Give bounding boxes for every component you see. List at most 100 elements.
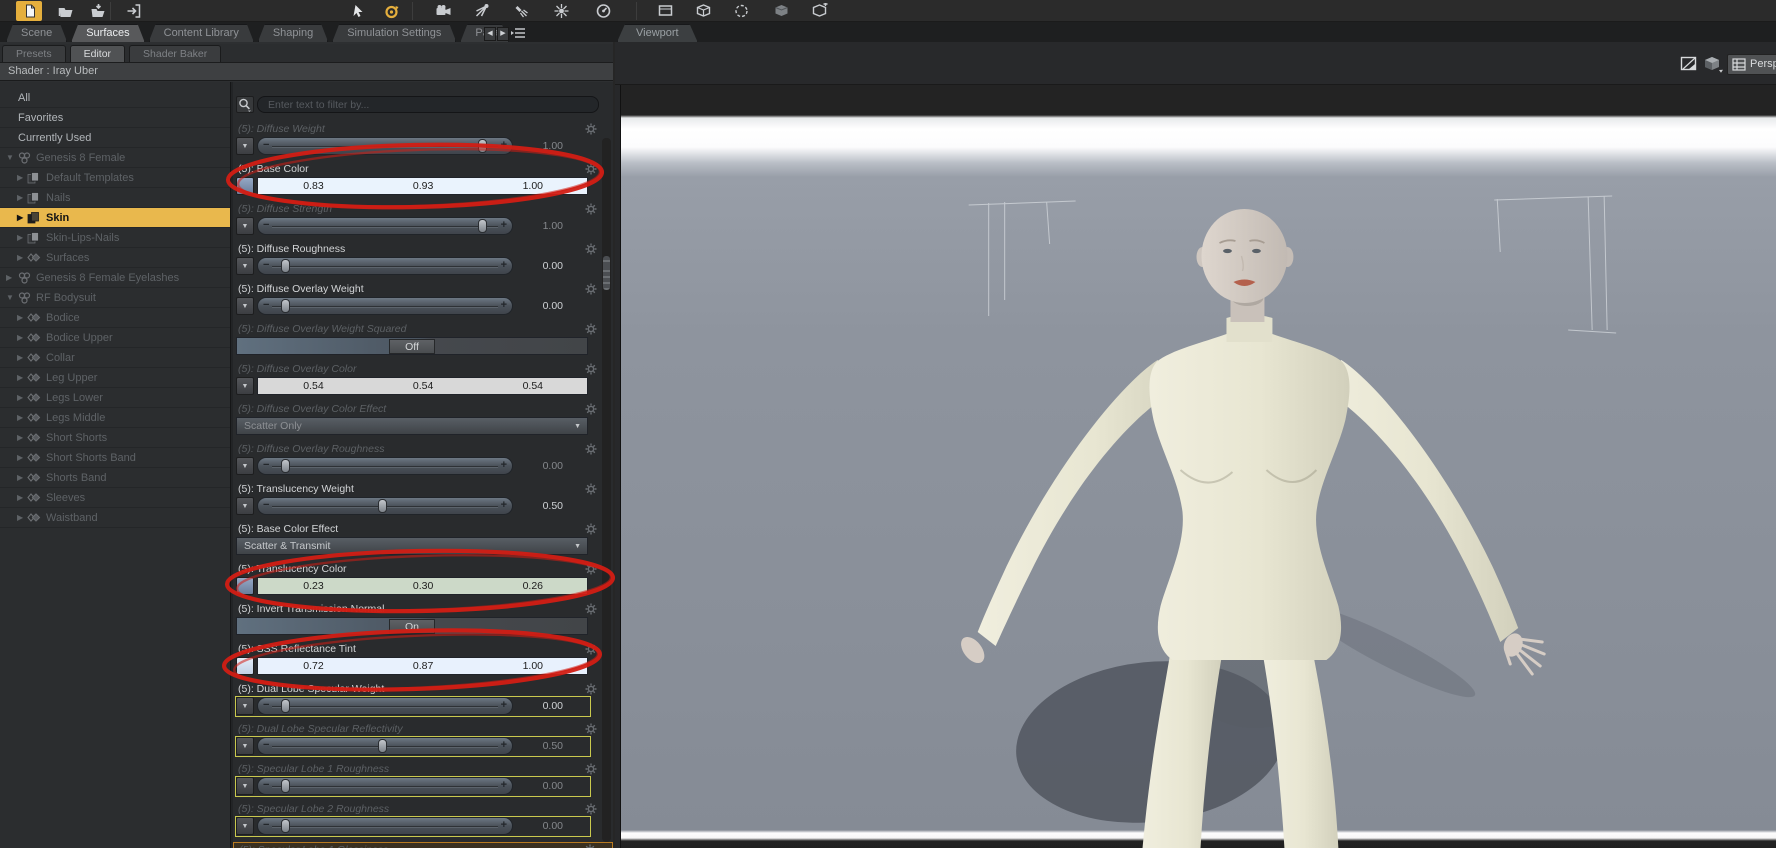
collapsed-arrow-icon[interactable]: ▶ [17, 208, 23, 228]
color-swatch[interactable] [236, 177, 254, 195]
gear-icon[interactable] [585, 483, 597, 495]
tree-item-skin[interactable]: ▶ Skin [0, 208, 230, 228]
chevron-down-icon[interactable]: ▼ [236, 737, 254, 755]
collapsed-arrow-icon[interactable]: ▶ [17, 388, 23, 408]
tree-item-shorts-band[interactable]: ▶ Shorts Band [0, 468, 230, 488]
slider-value[interactable]: 0.00 [519, 297, 567, 315]
color-component-value[interactable]: 0.54 [368, 378, 478, 394]
tab-viewport[interactable]: Viewport [617, 24, 698, 42]
tab-scroll-left-button[interactable]: ◀ [484, 27, 496, 41]
distant-light-icon[interactable] [468, 1, 494, 21]
slider-value[interactable]: 1.00 [519, 217, 567, 235]
slider-plus[interactable]: + [501, 459, 507, 471]
collapsed-arrow-icon[interactable]: ▶ [17, 228, 23, 248]
slider-value[interactable]: 1.00 [519, 137, 567, 155]
color-value-field[interactable]: 0.83 0.93 1.00 [257, 177, 588, 195]
create-sphere-icon[interactable] [728, 1, 754, 21]
scrollbar-thumb[interactable] [603, 256, 610, 290]
slider-thumb[interactable] [281, 779, 291, 793]
aux-viewport-icon[interactable] [652, 1, 678, 21]
tree-item-short-shorts-band[interactable]: ▶ Short Shorts Band [0, 448, 230, 468]
tree-item-legs-lower[interactable]: ▶ Legs Lower [0, 388, 230, 408]
tree-item-rf-bodysuit[interactable]: ▼ RF Bodysuit [0, 288, 230, 308]
slider-minus[interactable]: − [263, 139, 269, 151]
tree-item-favorites[interactable]: Favorites [0, 108, 230, 128]
collapsed-arrow-icon[interactable]: ▶ [17, 468, 23, 488]
subtab-editor[interactable]: Editor [69, 45, 126, 62]
gear-icon[interactable] [585, 123, 597, 135]
slider-track[interactable]: − + [257, 297, 513, 315]
slider-thumb[interactable] [281, 259, 291, 273]
camera-view-selector[interactable]: Persp [1727, 54, 1776, 75]
dropdown-field[interactable]: Scatter Only ▼ [236, 417, 588, 435]
color-component-value[interactable]: 0.30 [368, 578, 478, 594]
collapsed-arrow-icon[interactable]: ▶ [17, 248, 23, 268]
chevron-down-icon[interactable]: ▼ [236, 137, 254, 155]
slider-value[interactable]: 0.00 [519, 777, 567, 795]
collapsed-arrow-icon[interactable]: ▶ [17, 368, 23, 388]
panel-menu-icon[interactable] [510, 26, 526, 41]
tree-item-waistband[interactable]: ▶ Waistband [0, 508, 230, 528]
slider-plus[interactable]: + [501, 819, 507, 831]
slider-value[interactable]: 0.00 [519, 457, 567, 475]
orbit-tool-icon[interactable] [378, 1, 404, 21]
filter-input[interactable] [257, 96, 599, 113]
collapsed-arrow-icon[interactable]: ▶ [17, 348, 23, 368]
chevron-down-icon[interactable]: ▼ [236, 217, 254, 235]
chevron-down-icon[interactable]: ▼ [236, 777, 254, 795]
collapsed-arrow-icon[interactable]: ▶ [17, 408, 23, 428]
color-component-value[interactable]: 0.87 [368, 658, 478, 674]
search-icon[interactable] [236, 96, 254, 113]
chevron-down-icon[interactable]: ▼ [236, 697, 254, 715]
expanded-arrow-icon[interactable]: ▼ [6, 288, 14, 308]
color-swatch[interactable] [236, 577, 254, 595]
tree-item-currently-used[interactable]: Currently Used [0, 128, 230, 148]
camera-cube-icon[interactable] [1703, 56, 1725, 79]
slider-thumb[interactable] [477, 219, 487, 233]
slider-plus[interactable]: + [501, 499, 507, 511]
collapsed-arrow-icon[interactable]: ▶ [17, 448, 23, 468]
slider-plus[interactable]: + [501, 219, 507, 231]
slider-minus[interactable]: − [263, 459, 269, 471]
collapsed-arrow-icon[interactable]: ▶ [17, 508, 23, 528]
slider-plus[interactable]: + [501, 259, 507, 271]
property-scrollbar[interactable] [602, 138, 611, 842]
tab-scene[interactable]: Scene [6, 24, 67, 42]
color-component-value[interactable]: 0.72 [258, 658, 368, 674]
color-value-field[interactable]: 0.54 0.54 0.54 [257, 377, 588, 395]
tab-content-library[interactable]: Content Library [149, 24, 254, 42]
collapsed-arrow-icon[interactable]: ▶ [17, 188, 23, 208]
slider-plus[interactable]: + [501, 739, 507, 751]
create-cylinder-icon[interactable] [768, 1, 794, 21]
collapsed-arrow-icon[interactable]: ▶ [17, 488, 23, 508]
slider-minus[interactable]: − [263, 739, 269, 751]
collapsed-arrow-icon[interactable]: ▶ [6, 268, 12, 288]
tab-simulation-settings[interactable]: Simulation Settings [332, 24, 456, 42]
gear-icon[interactable] [585, 323, 597, 335]
color-component-value[interactable]: 0.54 [477, 378, 587, 394]
slider-thumb[interactable] [477, 139, 487, 153]
gear-icon[interactable] [585, 363, 597, 375]
tree-item-bodice[interactable]: ▶ Bodice [0, 308, 230, 328]
slider-track[interactable]: − + [257, 497, 513, 515]
subtab-presets[interactable]: Presets [2, 45, 66, 62]
chevron-down-icon[interactable]: ▼ [236, 377, 254, 395]
slider-thumb[interactable] [281, 459, 291, 473]
collapsed-arrow-icon[interactable]: ▶ [17, 168, 23, 188]
slider-plus[interactable]: + [501, 299, 507, 311]
tree-item-all[interactable]: All [0, 88, 230, 108]
slider-thumb[interactable] [378, 739, 388, 753]
slider-value[interactable]: 0.00 [519, 257, 567, 275]
gear-icon[interactable] [585, 603, 597, 615]
create-plane-icon[interactable] [806, 1, 832, 21]
open-file-icon[interactable] [52, 1, 78, 21]
tree-item-sleeves[interactable]: ▶ Sleeves [0, 488, 230, 508]
slider-track[interactable]: − + [257, 697, 513, 715]
slider-thumb[interactable] [281, 699, 291, 713]
slider-minus[interactable]: − [263, 699, 269, 711]
spot-light-icon[interactable] [508, 1, 534, 21]
gear-icon[interactable] [585, 643, 597, 655]
color-value-field[interactable]: 0.72 0.87 1.00 [257, 657, 588, 675]
slider-minus[interactable]: − [263, 779, 269, 791]
save-file-icon[interactable] [84, 1, 110, 21]
